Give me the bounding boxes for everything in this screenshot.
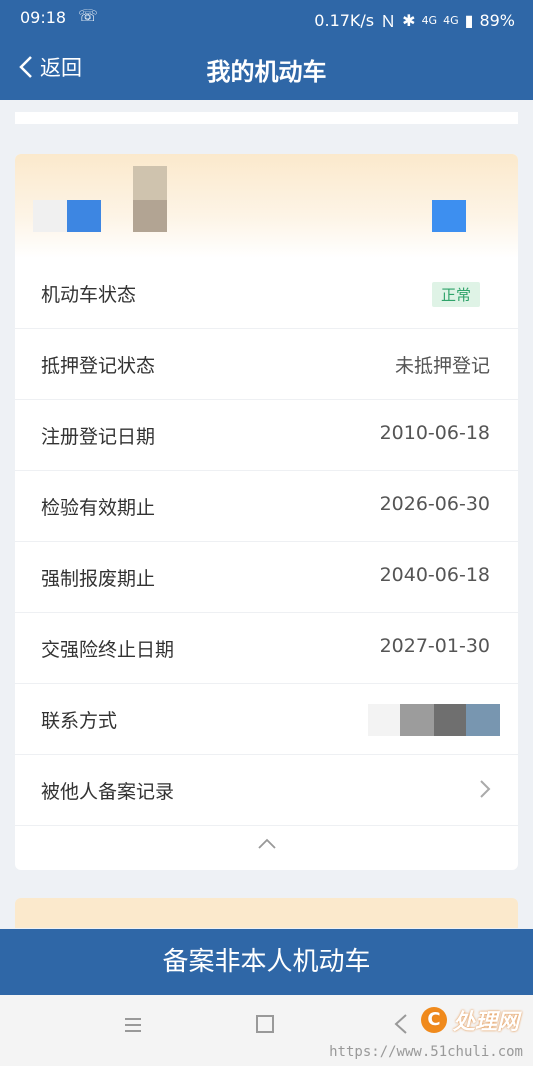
signal-a-icon: 4G <box>421 13 438 27</box>
top-card-strip <box>15 112 518 124</box>
row-value: 2040-06-18 <box>379 564 490 586</box>
blurred-plate <box>432 200 466 232</box>
collapse-button[interactable] <box>15 818 518 870</box>
bluetooth-icon: ✱ <box>402 10 416 30</box>
row-label: 强制报废期止 <box>41 568 156 590</box>
row-value: 2010-06-18 <box>379 422 490 444</box>
plate-header <box>15 154 518 258</box>
row-label: 联系方式 <box>41 710 118 732</box>
status-indicators: 0.17K/s Ｎ ✱ 4G 4G ▮ 89% <box>314 8 515 32</box>
clock: 09:18 <box>20 8 67 27</box>
c-icon: C <box>420 1007 447 1033</box>
page-title: 我的机动车 <box>206 58 327 86</box>
row-label: 机动车状态 <box>41 284 137 306</box>
row-value: 2026-06-30 <box>379 493 490 515</box>
signal-b-icon: 4G <box>443 13 459 27</box>
register-other-vehicle-button[interactable]: 备案非本人机动车 <box>0 929 533 995</box>
nfc-icon: Ｎ <box>380 12 397 31</box>
blurred-plate <box>133 200 167 232</box>
row-mortgage-status: 抵押登记状态 未抵押登记 <box>15 329 518 400</box>
nav-bar: 返回 我的机动车 <box>0 36 533 100</box>
row-label: 被他人备案记录 <box>41 781 175 803</box>
battery-icon: ▮ <box>464 10 474 30</box>
row-label: 检验有效期止 <box>41 497 156 519</box>
row-insurance-end: 交强险终止日期 2027-01-30 <box>15 613 518 684</box>
row-label: 交强险终止日期 <box>41 639 175 661</box>
blurred-plate <box>67 200 101 232</box>
vehicle-info-list: 机动车状态 正常 抵押登记状态 未抵押登记 注册登记日期 2010-06-18 … <box>15 258 518 826</box>
watermark-url: https://www.51chuli.com <box>329 1044 523 1060</box>
chevron-right-icon <box>480 780 491 798</box>
row-scrap-deadline: 强制报废期止 2040-06-18 <box>15 542 518 613</box>
status-bar: 09:18 ☏ 0.17K/s Ｎ ✱ 4G 4G ▮ 89% <box>0 0 533 36</box>
missed-call-icon: ☏ <box>78 6 99 25</box>
row-others-records[interactable]: 被他人备案记录 <box>15 755 518 826</box>
row-vehicle-status: 机动车状态 正常 <box>15 258 518 329</box>
row-registration-date: 注册登记日期 2010-06-18 <box>15 400 518 471</box>
row-inspection-expiry: 检验有效期止 2026-06-30 <box>15 471 518 542</box>
row-value: 未抵押登记 <box>394 355 490 377</box>
vehicle-card: 机动车状态 正常 抵押登记状态 未抵押登记 注册登记日期 2010-06-18 … <box>15 154 518 870</box>
row-contact: 联系方式 <box>15 684 518 755</box>
row-value: 2027-01-30 <box>379 635 490 657</box>
second-vehicle-card <box>15 898 518 928</box>
back-icon[interactable] <box>392 1013 410 1035</box>
watermark-logo: C 处理网 <box>420 1004 519 1036</box>
watermark-logo-text: 处理网 <box>452 1010 519 1035</box>
blurred-plate <box>33 200 67 232</box>
home-icon[interactable] <box>256 1015 274 1033</box>
chevron-up-icon <box>258 838 276 849</box>
blurred-contact <box>368 704 500 736</box>
blurred-plate <box>133 166 167 200</box>
battery-level: 89% <box>479 10 515 30</box>
status-badge: 正常 <box>431 282 480 307</box>
row-label: 抵押登记状态 <box>41 355 156 377</box>
row-label: 注册登记日期 <box>41 426 156 448</box>
network-speed: 0.17K/s <box>314 10 375 30</box>
menu-icon[interactable] <box>124 1017 142 1033</box>
